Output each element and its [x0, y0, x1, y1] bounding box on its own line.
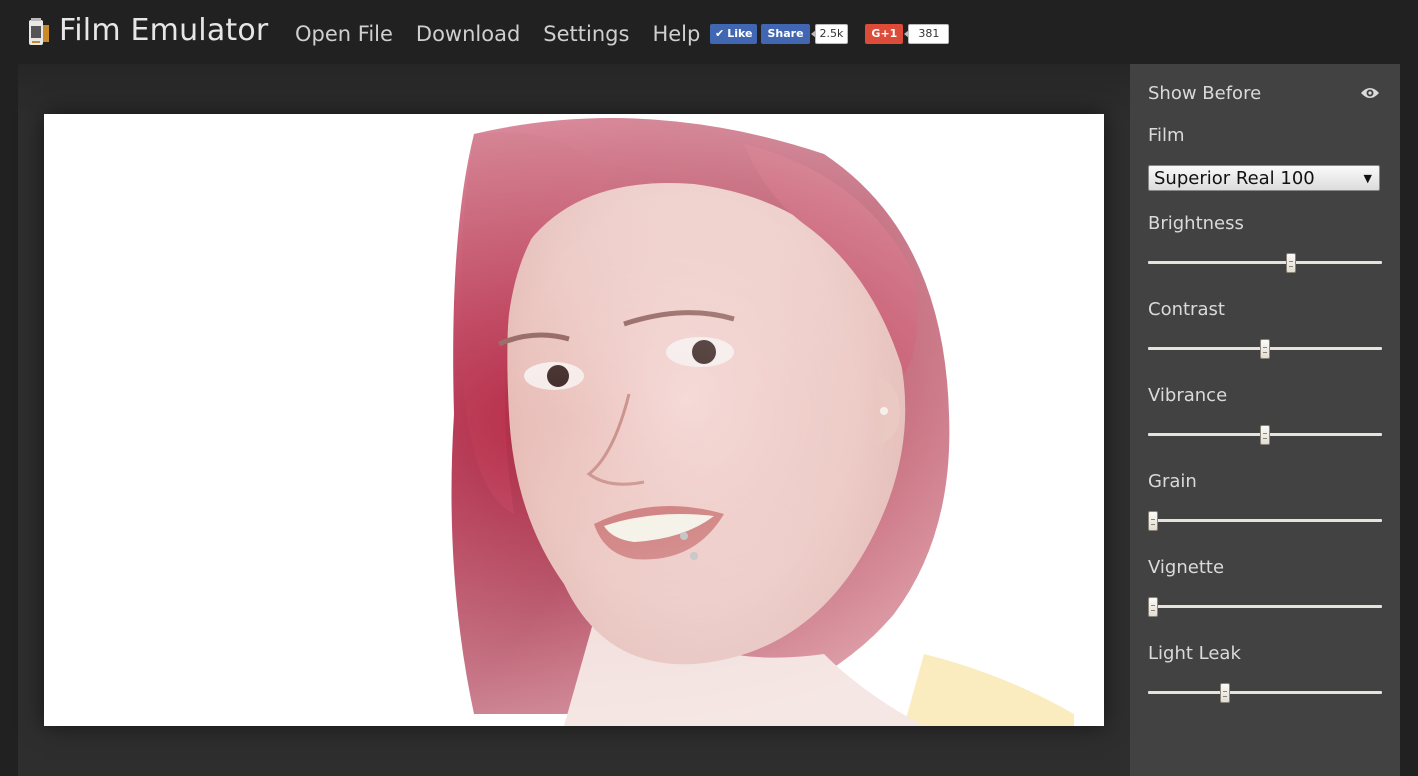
slider-thumb[interactable]: [1285, 253, 1296, 273]
slider-track: [1148, 519, 1382, 522]
slider-track: [1148, 691, 1382, 694]
google-plus-button[interactable]: G+1: [865, 24, 904, 44]
facebook-like-label: Like: [727, 27, 753, 40]
vignette-slider[interactable]: [1147, 597, 1382, 617]
slider-thumb[interactable]: [1260, 425, 1270, 445]
app-title: Film Emulator: [59, 13, 269, 48]
adjustments-sidebar: Show Before Film Superior Real 100 ▼ Bri…: [1130, 64, 1400, 776]
portrait-photo: [44, 114, 1104, 726]
page-margin: [1400, 64, 1418, 776]
film-canister-icon: [29, 18, 49, 45]
facebook-share-count: 2.5k: [810, 24, 849, 44]
nav-settings[interactable]: Settings: [543, 22, 629, 46]
grain-slider[interactable]: [1147, 511, 1382, 531]
eye-icon[interactable]: [1360, 86, 1380, 100]
slider-track: [1148, 605, 1382, 608]
dropdown-arrow-icon: ▼: [1363, 172, 1372, 185]
contrast-slider[interactable]: [1148, 339, 1382, 359]
slider-thumb[interactable]: [1260, 339, 1270, 359]
vignette-label: Vignette: [1148, 557, 1225, 578]
image-workspace: [18, 64, 1130, 776]
nav-download[interactable]: Download: [416, 22, 520, 46]
film-label: Film: [1148, 125, 1185, 146]
film-select-value: Superior Real 100: [1154, 168, 1315, 189]
grain-label: Grain: [1148, 471, 1197, 492]
show-before-label[interactable]: Show Before: [1148, 83, 1261, 104]
google-plus-count: 381: [904, 24, 950, 44]
brightness-slider[interactable]: [1148, 253, 1382, 273]
light-leak-slider[interactable]: [1148, 683, 1382, 703]
brightness-label: Brightness: [1148, 213, 1244, 234]
contrast-label: Contrast: [1148, 299, 1225, 320]
light-leak-label: Light Leak: [1148, 643, 1241, 664]
slider-track: [1148, 261, 1382, 264]
checkmark-icon: ✔: [715, 27, 725, 40]
slider-thumb[interactable]: [1147, 597, 1158, 617]
vibrance-slider[interactable]: [1148, 425, 1382, 445]
vibrance-label: Vibrance: [1148, 385, 1228, 406]
slider-thumb[interactable]: [1220, 683, 1231, 703]
facebook-like-button[interactable]: ✔ Like: [710, 24, 758, 44]
social-buttons: ✔ Like Share 2.5k G+1 381: [710, 24, 950, 44]
film-select[interactable]: Superior Real 100 ▼: [1148, 165, 1380, 191]
nav-help[interactable]: Help: [652, 22, 700, 46]
app-header: Film Emulator Open File Download Setting…: [0, 0, 1418, 64]
photo-canvas[interactable]: [44, 114, 1104, 726]
main-nav: Open File Download Settings Help: [295, 22, 723, 46]
slider-thumb[interactable]: [1147, 511, 1158, 531]
nav-open-file[interactable]: Open File: [295, 22, 393, 46]
facebook-share-button[interactable]: Share: [761, 24, 810, 44]
